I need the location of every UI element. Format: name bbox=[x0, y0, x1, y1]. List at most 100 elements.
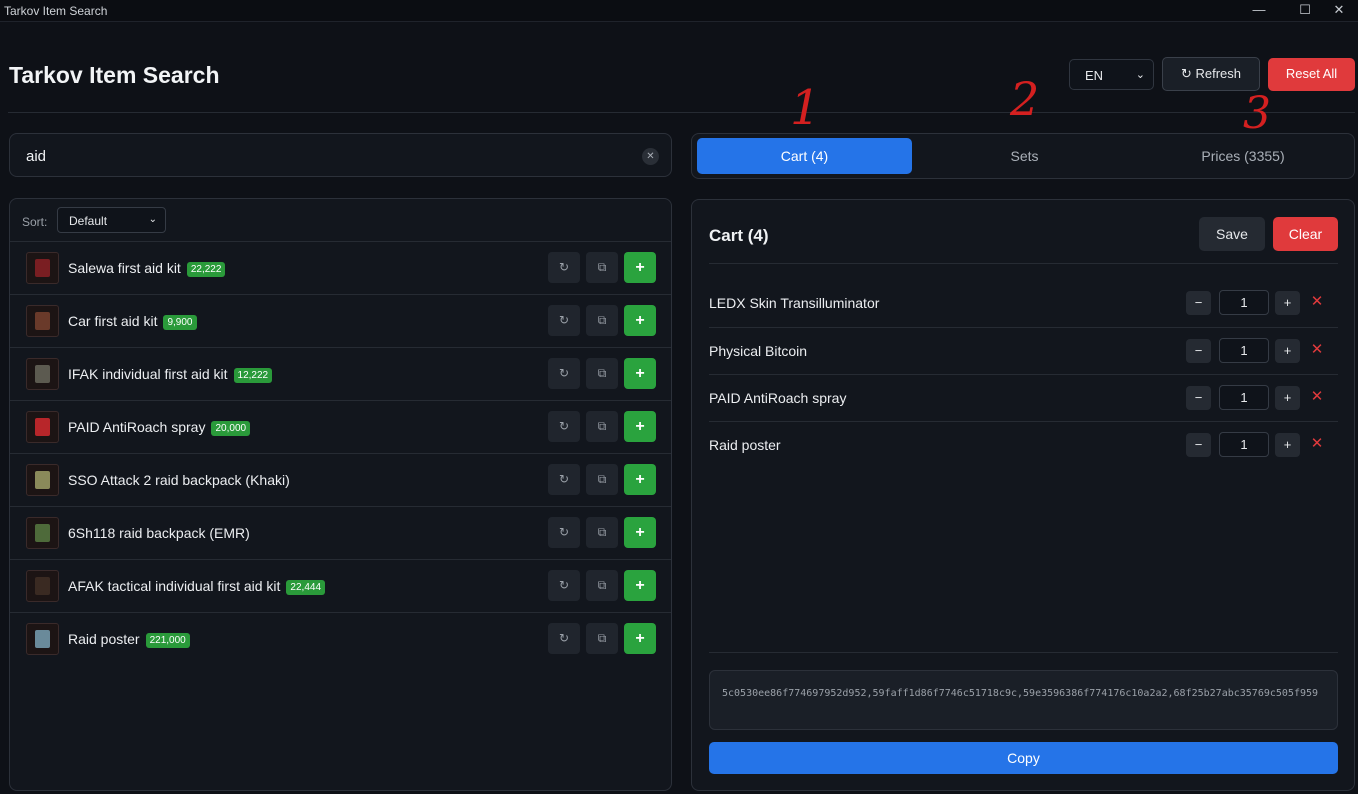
item-ids-text[interactable]: 5c0530ee86f774697952d952,59faff1d86f7746… bbox=[709, 670, 1338, 730]
item-thumbnail bbox=[26, 517, 59, 549]
item-name: Raid poster 221,000 bbox=[68, 631, 190, 648]
decrement-button[interactable]: − bbox=[1186, 433, 1211, 457]
header-divider bbox=[8, 112, 1355, 113]
save-button[interactable]: Save bbox=[1199, 217, 1265, 251]
list-item[interactable]: 6Sh118 raid backpack (EMR) ↻ ⧉ + bbox=[10, 506, 671, 559]
search-input[interactable]: aid ✕ bbox=[9, 133, 672, 177]
search-value: aid bbox=[26, 148, 47, 165]
price-badge: 20,000 bbox=[211, 421, 251, 436]
cart-item-name: LEDX Skin Transilluminator bbox=[709, 295, 880, 311]
remove-icon[interactable]: ✕ bbox=[1309, 292, 1325, 310]
cart-item: Raid poster −1 + ✕ bbox=[709, 421, 1338, 467]
add-to-cart-button[interactable]: + bbox=[624, 517, 656, 548]
refresh-icon[interactable]: ↻ bbox=[548, 517, 580, 548]
decrement-button[interactable]: − bbox=[1186, 386, 1211, 410]
item-name: Car first aid kit 9,900 bbox=[68, 313, 197, 330]
item-name: Salewa first aid kit 22,222 bbox=[68, 260, 226, 277]
increment-button[interactable]: + bbox=[1275, 291, 1300, 315]
close-icon[interactable]: ✕ bbox=[1320, 0, 1358, 22]
results-panel: Sort: Default ⌄ Salewa first aid kit 22,2… bbox=[9, 198, 672, 791]
cart-item-name: PAID AntiRoach spray bbox=[709, 390, 847, 406]
copy-icon[interactable]: ⧉ bbox=[586, 464, 618, 495]
copy-icon[interactable]: ⧉ bbox=[586, 570, 618, 601]
cart-item-name: Physical Bitcoin bbox=[709, 343, 808, 359]
quantity-input[interactable]: 1 bbox=[1219, 290, 1269, 315]
list-item[interactable]: Salewa first aid kit 22,222 ↻ ⧉ + bbox=[10, 241, 671, 294]
item-thumbnail bbox=[26, 570, 59, 602]
refresh-icon[interactable]: ↻ bbox=[548, 358, 580, 389]
item-name: PAID AntiRoach spray 20,000 bbox=[68, 419, 251, 436]
refresh-icon[interactable]: ↻ bbox=[548, 305, 580, 336]
add-to-cart-button[interactable]: + bbox=[624, 623, 656, 654]
annotation-1: 1 bbox=[790, 80, 821, 136]
list-item[interactable]: Raid poster 221,000 ↻ ⧉ + bbox=[10, 612, 671, 665]
price-badge: 22,222 bbox=[186, 262, 226, 277]
refresh-icon[interactable]: ↻ bbox=[548, 570, 580, 601]
list-item[interactable]: PAID AntiRoach spray 20,000 ↻ ⧉ + bbox=[10, 400, 671, 453]
annotation-3: 3 bbox=[1243, 88, 1271, 139]
item-thumbnail bbox=[26, 623, 59, 655]
remove-icon[interactable]: ✕ bbox=[1309, 434, 1325, 452]
refresh-icon[interactable]: ↻ bbox=[548, 623, 580, 654]
item-name: 6Sh118 raid backpack (EMR) bbox=[68, 525, 250, 541]
list-item[interactable]: IFAK individual first aid kit 12,222 ↻ ⧉ + bbox=[10, 347, 671, 400]
language-select[interactable]: EN ⌄ bbox=[1069, 59, 1154, 90]
add-to-cart-button[interactable]: + bbox=[624, 252, 656, 283]
add-to-cart-button[interactable]: + bbox=[624, 411, 656, 442]
item-thumbnail bbox=[26, 358, 59, 390]
copy-icon[interactable]: ⧉ bbox=[586, 358, 618, 389]
quantity-input[interactable]: 1 bbox=[1219, 385, 1269, 410]
remove-icon[interactable]: ✕ bbox=[1309, 387, 1325, 405]
add-to-cart-button[interactable]: + bbox=[624, 570, 656, 601]
price-badge: 9,900 bbox=[163, 315, 197, 330]
tab-bar: Cart (4) Sets Prices (3355) bbox=[691, 133, 1355, 179]
copy-icon[interactable]: ⧉ bbox=[586, 252, 618, 283]
cart-item: Physical Bitcoin −1 + ✕ bbox=[709, 327, 1338, 373]
increment-button[interactable]: + bbox=[1275, 386, 1300, 410]
copy-icon[interactable]: ⧉ bbox=[586, 411, 618, 442]
add-to-cart-button[interactable]: + bbox=[624, 464, 656, 495]
refresh-button[interactable]: ↻ Refresh bbox=[1162, 57, 1260, 91]
item-name: AFAK tactical individual first aid kit 22… bbox=[68, 578, 326, 595]
copy-icon[interactable]: ⧉ bbox=[586, 517, 618, 548]
item-thumbnail bbox=[26, 252, 59, 284]
cart-divider bbox=[709, 652, 1338, 653]
tab-cart[interactable]: Cart (4) bbox=[697, 138, 912, 174]
clear-cart-button[interactable]: Clear bbox=[1273, 217, 1338, 251]
add-to-cart-button[interactable]: + bbox=[624, 358, 656, 389]
quantity-input[interactable]: 1 bbox=[1219, 432, 1269, 457]
refresh-icon[interactable]: ↻ bbox=[548, 252, 580, 283]
item-name: SSO Attack 2 raid backpack (Khaki) bbox=[68, 472, 290, 488]
reset-all-button[interactable]: Reset All bbox=[1268, 58, 1355, 91]
tab-sets[interactable]: Sets bbox=[917, 138, 1132, 174]
chevron-down-icon: ⌄ bbox=[1135, 69, 1145, 81]
item-name: IFAK individual first aid kit 12,222 bbox=[68, 366, 273, 383]
cart-item: PAID AntiRoach spray −1 + ✕ bbox=[709, 374, 1338, 420]
quantity-input[interactable]: 1 bbox=[1219, 338, 1269, 363]
increment-button[interactable]: + bbox=[1275, 339, 1300, 363]
copy-icon[interactable]: ⧉ bbox=[586, 305, 618, 336]
decrement-button[interactable]: − bbox=[1186, 291, 1211, 315]
add-to-cart-button[interactable]: + bbox=[624, 305, 656, 336]
copy-button[interactable]: Copy bbox=[709, 742, 1338, 774]
refresh-icon[interactable]: ↻ bbox=[548, 464, 580, 495]
refresh-icon[interactable]: ↻ bbox=[548, 411, 580, 442]
cart-panel: Cart (4) Save Clear LEDX Skin Transillum… bbox=[691, 199, 1355, 791]
list-item[interactable]: Car first aid kit 9,900 ↻ ⧉ + bbox=[10, 294, 671, 347]
copy-icon[interactable]: ⧉ bbox=[586, 623, 618, 654]
language-value: EN bbox=[1085, 68, 1104, 83]
remove-icon[interactable]: ✕ bbox=[1309, 340, 1325, 358]
decrement-button[interactable]: − bbox=[1186, 339, 1211, 363]
sort-select[interactable]: Default ⌄ bbox=[57, 207, 166, 233]
cart-item-name: Raid poster bbox=[709, 437, 781, 453]
price-badge: 221,000 bbox=[145, 633, 190, 648]
tab-prices[interactable]: Prices (3355) bbox=[1137, 138, 1349, 174]
clear-search-icon[interactable]: ✕ bbox=[642, 148, 659, 165]
cart-item: LEDX Skin Transilluminator −1 + ✕ bbox=[709, 280, 1338, 326]
list-item[interactable]: SSO Attack 2 raid backpack (Khaki) ↻ ⧉ + bbox=[10, 453, 671, 506]
window-title: Tarkov Item Search bbox=[4, 4, 108, 18]
chevron-down-icon: ⌄ bbox=[148, 214, 157, 225]
minimize-icon[interactable]: — bbox=[1236, 0, 1282, 22]
increment-button[interactable]: + bbox=[1275, 433, 1300, 457]
list-item[interactable]: AFAK tactical individual first aid kit 22… bbox=[10, 559, 671, 612]
